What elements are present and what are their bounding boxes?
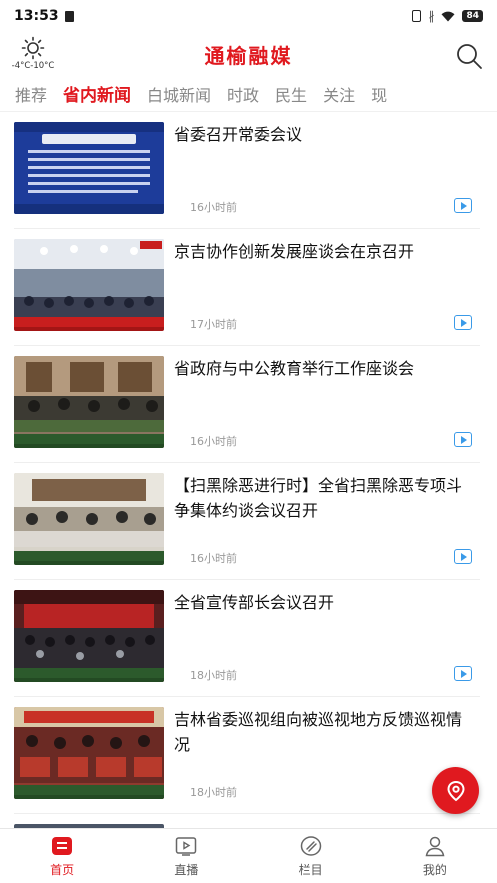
video-icon (454, 549, 472, 564)
nav-column[interactable]: 栏目 (249, 829, 373, 883)
battery-indicator: 84 (462, 10, 483, 22)
weather-widget[interactable]: -4°C-10°C (5, 36, 61, 71)
video-icon (454, 432, 472, 447)
wifi-icon (441, 11, 455, 21)
news-thumbnail[interactable] (14, 473, 164, 565)
news-item[interactable]: 省政府与中公教育举行工作座谈会 16小时前 (14, 346, 480, 463)
news-item[interactable]: 【扫黑除恶进行时】全省扫黑除恶专项斗争集体约谈会议召开 16小时前 (14, 463, 480, 580)
nav-live-label: 直播 (174, 863, 199, 877)
tab-focus[interactable]: 关注 (323, 82, 355, 106)
nav-profile[interactable]: 我的 (373, 829, 497, 883)
app-header: -4°C-10°C 通榆融媒 (0, 32, 497, 76)
nav-profile-label: 我的 (422, 863, 447, 877)
nav-home-label: 首页 (50, 863, 75, 877)
news-thumbnail[interactable] (14, 122, 164, 214)
news-time: 16小时前 (190, 201, 237, 214)
weather-temperature: -4°C-10°C (11, 61, 55, 71)
tab-livelihood[interactable]: 民生 (275, 82, 307, 106)
nav-home[interactable]: 首页 (0, 829, 124, 883)
status-bar: 13:53 ∦ 84 (0, 0, 497, 32)
location-fab-button[interactable] (432, 767, 479, 814)
news-time: 16小时前 (190, 552, 237, 565)
bluetooth-icon: ∦ (428, 9, 435, 23)
news-title[interactable]: 【扫黑除恶进行时】全省扫黑除恶专项斗争集体约谈会议召开 (174, 473, 472, 523)
tab-more[interactable]: 现 (371, 82, 387, 106)
news-title[interactable]: 省委召开常委会议 (174, 122, 472, 147)
sim-card-icon (64, 10, 74, 22)
news-title[interactable]: 全省宣传部长会议召开 (174, 590, 472, 615)
news-title[interactable]: 省政府与中公教育举行工作座谈会 (174, 356, 472, 381)
news-time: 16小时前 (190, 435, 237, 448)
tab-politics[interactable]: 时政 (227, 82, 259, 106)
video-icon (454, 315, 472, 330)
news-time: 18小时前 (190, 786, 237, 799)
profile-icon (425, 836, 445, 857)
news-thumbnail[interactable] (14, 707, 164, 799)
news-thumbnail[interactable] (14, 590, 164, 682)
search-icon[interactable] (455, 42, 483, 70)
live-icon (176, 837, 197, 856)
nav-column-label: 栏目 (298, 863, 323, 877)
news-thumbnail[interactable] (14, 239, 164, 331)
news-item[interactable]: 全省宣传部长会议召开 18小时前 (14, 580, 480, 697)
tab-province-news[interactable]: 省内新闻 (63, 81, 131, 106)
news-item[interactable]: 京吉协作创新发展座谈会在京召开 17小时前 (14, 229, 480, 346)
sun-icon (21, 36, 45, 60)
bottom-navigation: 首页 直播 栏目 我的 (0, 828, 497, 883)
location-pin-icon (446, 780, 465, 801)
news-thumbnail[interactable] (14, 356, 164, 448)
vibrate-icon (412, 10, 422, 22)
app-title: 通榆融媒 (204, 43, 293, 68)
news-time: 18小时前 (190, 669, 237, 682)
nav-live[interactable]: 直播 (124, 829, 248, 883)
video-icon (454, 198, 472, 213)
status-time: 13:53 (14, 8, 59, 24)
news-item[interactable] (14, 814, 480, 828)
news-item[interactable]: 省委召开常委会议 16小时前 (14, 112, 480, 229)
status-icons: ∦ 84 (412, 9, 483, 23)
news-title[interactable]: 京吉协作创新发展座谈会在京召开 (174, 239, 472, 264)
news-title[interactable]: 吉林省委巡视组向被巡视地方反馈巡视情况 (174, 707, 472, 757)
tab-recommend[interactable]: 推荐 (15, 82, 47, 106)
news-time: 17小时前 (190, 318, 237, 331)
tab-baicheng-news[interactable]: 白城新闻 (147, 82, 211, 106)
news-list: 省委召开常委会议 16小时前 京吉协作创新发展座谈会在京召开 17小时前 省政府… (0, 112, 497, 828)
column-icon (300, 836, 321, 856)
category-tabs: 推荐 省内新闻 白城新闻 时政 民生 关注 现 (0, 76, 497, 112)
video-icon (454, 666, 472, 681)
home-icon (52, 837, 73, 855)
news-item[interactable]: 吉林省委巡视组向被巡视地方反馈巡视情况 18小时前 (14, 697, 480, 814)
